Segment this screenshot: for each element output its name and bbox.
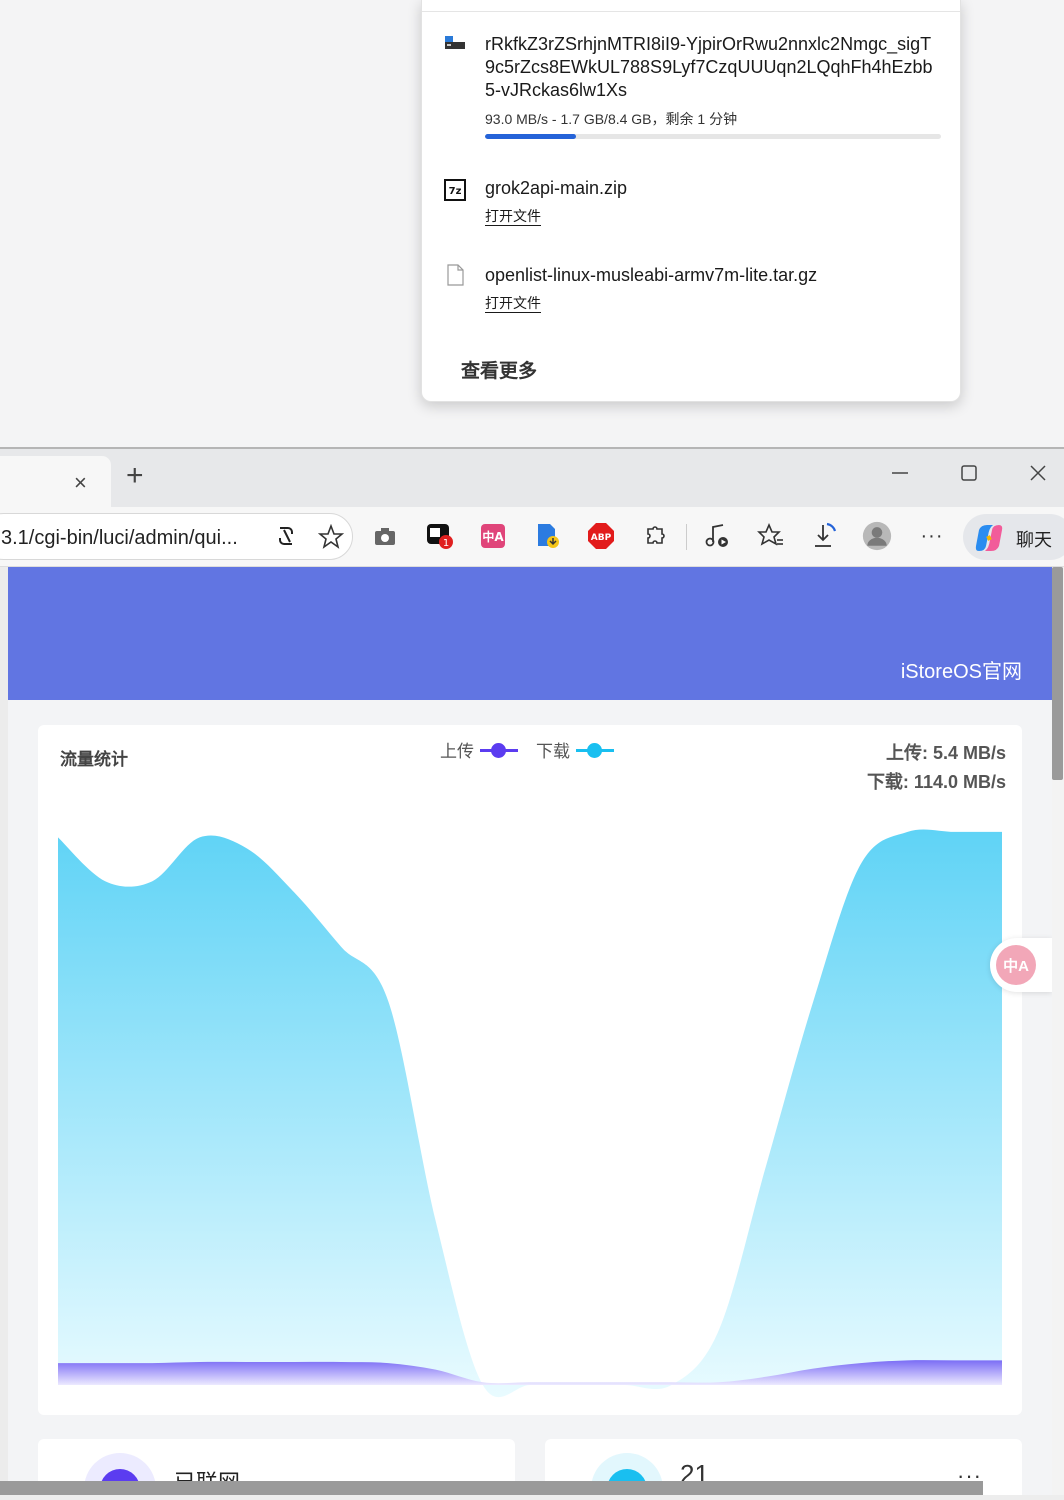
media-music-icon[interactable] — [702, 521, 732, 551]
copilot-chat-button[interactable]: 聊天 — [963, 514, 1064, 560]
download-status: 93.0 MB/s - 1.7 GB/8.4 GB，剩余 1 分钟 — [485, 111, 738, 127]
minimize-icon[interactable] — [890, 463, 910, 489]
legend-download-marker — [576, 742, 614, 758]
copilot-icon — [975, 525, 1003, 551]
horizontal-scrollbar-thumb[interactable] — [0, 1481, 983, 1495]
traffic-chart — [58, 829, 1002, 1398]
legend-download[interactable]: 下载 — [536, 737, 614, 762]
traffic-title: 流量统计 — [60, 750, 128, 769]
active-tab[interactable]: × — [0, 456, 111, 507]
document-download-icon[interactable] — [532, 521, 562, 551]
favorite-star-icon[interactable] — [316, 522, 346, 552]
chat-label: 聊天 — [1016, 530, 1052, 550]
open-file-link[interactable]: 打开文件 — [485, 294, 541, 313]
bottom-edge — [0, 1495, 1064, 1500]
downloads-icon[interactable] — [810, 521, 840, 551]
istoreos-official-link[interactable]: iStoreOS官网 — [901, 655, 1022, 684]
svg-text:7z: 7z — [449, 186, 462, 197]
upload-rate: 上传: 5.4 MB/s — [885, 743, 1006, 763]
popup-divider — [422, 11, 960, 12]
copilot-page-icon[interactable] — [271, 521, 301, 551]
settings-more-icon[interactable]: ··· — [917, 521, 947, 551]
extension-badge-count: 1 — [443, 538, 449, 549]
traffic-rates: 上传: 5.4 MB/s 下载: 114.0 MB/s — [867, 739, 1006, 797]
tab-close-icon[interactable]: × — [74, 470, 87, 496]
translate-icon: 中A — [996, 945, 1036, 985]
legend-upload-marker — [480, 742, 518, 758]
download-filename[interactable]: openlist-linux-musleabi-armv7m-lite.tar.… — [485, 264, 940, 287]
toolbar-divider — [686, 524, 687, 550]
tab-bar: × + — [0, 449, 1064, 507]
download-progress-bar — [485, 134, 941, 139]
download-rate: 下载: 114.0 MB/s — [866, 772, 1006, 792]
page-edge — [0, 567, 8, 1500]
chart-legend: 上传 下载 — [440, 737, 632, 762]
maximize-icon[interactable] — [959, 463, 979, 489]
legend-upload[interactable]: 上传 — [440, 737, 518, 762]
server-file-icon — [445, 36, 465, 49]
extensions-puzzle-icon[interactable] — [640, 521, 670, 551]
window-close-icon[interactable] — [1028, 463, 1048, 489]
upload-area-series — [58, 1360, 1002, 1385]
download-area-series — [58, 829, 1002, 1398]
page-content: iStoreOS官网 流量统计 上传 下载 上传: 5.4 MB/s 下载: 1… — [0, 567, 1064, 1500]
favorites-collection-icon[interactable] — [756, 521, 786, 551]
download-filename[interactable]: grok2api-main.zip — [485, 177, 940, 200]
downloads-popup: rRkfkZ3rZSrhjnMTRI8iI9-YjpirOrRwu2nnxlc2… — [421, 0, 961, 402]
traffic-stats-card: 流量统计 上传 下载 上传: 5.4 MB/s 下载: 114.0 MB/s — [38, 725, 1022, 1415]
adblock-label: ABP — [591, 533, 612, 543]
camera-icon[interactable] — [370, 521, 400, 551]
adblock-icon[interactable]: ABP — [586, 521, 616, 551]
vertical-scrollbar-thumb[interactable] — [1052, 567, 1063, 780]
see-more-link[interactable]: 查看更多 — [461, 356, 537, 383]
new-tab-button[interactable]: + — [126, 459, 144, 493]
profile-avatar-icon[interactable] — [862, 521, 892, 551]
url-text[interactable]: 3.1/cgi-bin/luci/admin/qui... — [1, 527, 238, 550]
generic-file-icon — [447, 264, 464, 286]
download-progress-fill — [485, 134, 577, 139]
translate-extension-icon[interactable]: 中A — [478, 521, 508, 551]
floating-translate-button[interactable]: 中A — [990, 938, 1052, 992]
browser-toolbar: 3.1/cgi-bin/luci/admin/qui... 1 中A ABP ·… — [0, 507, 1064, 567]
extension-badge-icon[interactable]: 1 — [425, 521, 455, 551]
7z-archive-icon: 7z — [444, 179, 466, 201]
download-filename[interactable]: rRkfkZ3rZSrhjnMTRI8iI9-YjpirOrRwu2nnxlc2… — [485, 33, 940, 102]
header-banner: iStoreOS官网 — [8, 567, 1052, 700]
legend-download-label: 下载 — [536, 742, 570, 761]
address-bar[interactable]: 3.1/cgi-bin/luci/admin/qui... — [0, 513, 353, 560]
svg-text:中A: 中A — [482, 529, 504, 544]
open-file-link[interactable]: 打开文件 — [485, 207, 541, 226]
legend-upload-label: 上传 — [440, 742, 474, 761]
